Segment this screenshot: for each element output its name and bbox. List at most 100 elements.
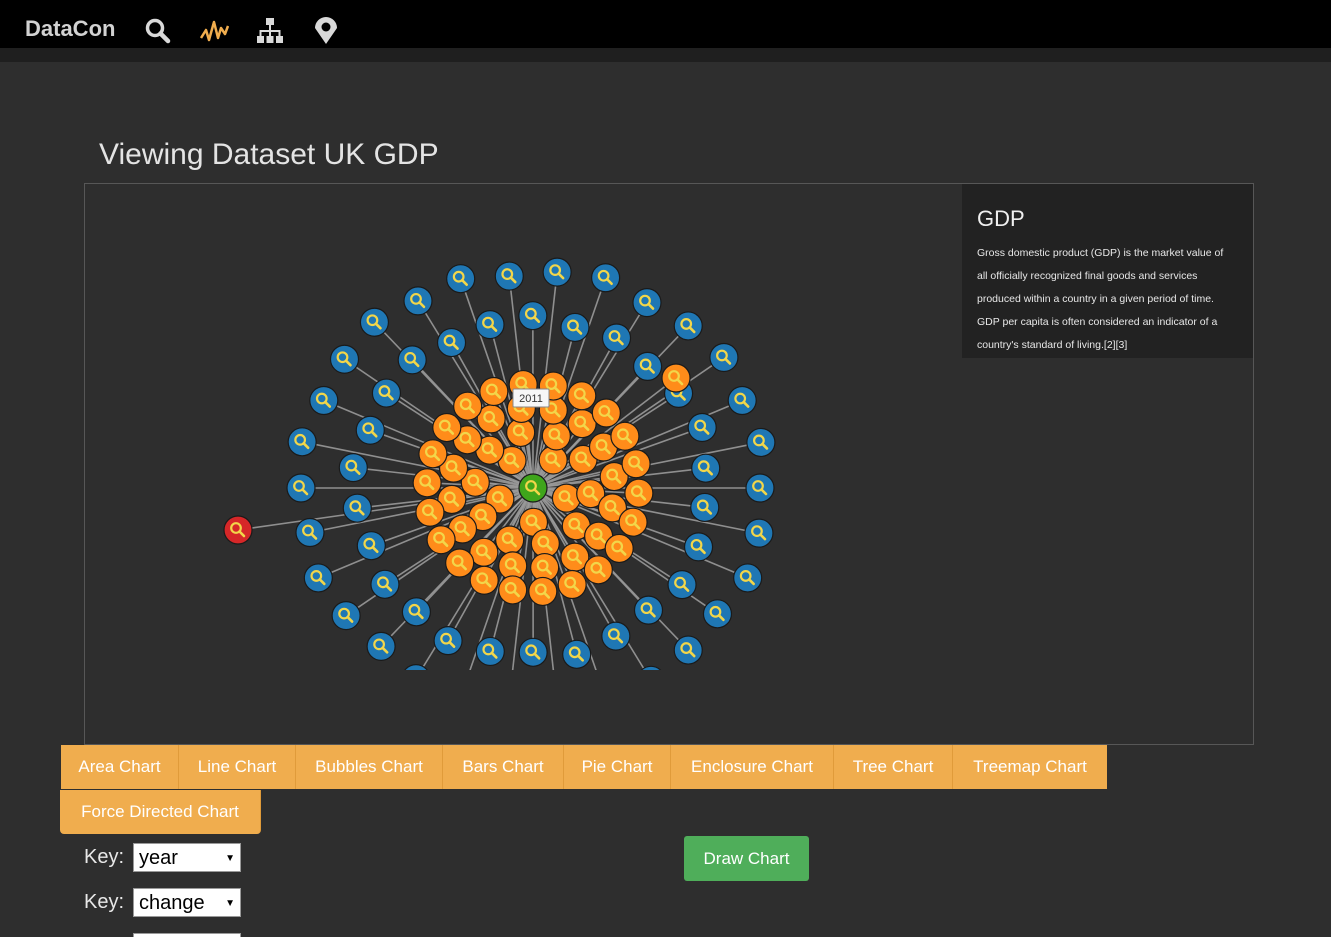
graph-node-outer[interactable] <box>356 531 386 561</box>
graph-node-inner[interactable] <box>567 381 597 411</box>
graph-node-outer[interactable] <box>436 327 467 358</box>
graph-node-inner[interactable] <box>541 421 571 451</box>
graph-node-inner[interactable] <box>412 468 442 498</box>
activity-icon[interactable] <box>199 16 229 46</box>
graph-node-inner[interactable] <box>583 555 613 585</box>
graph-node-outer[interactable] <box>370 569 400 599</box>
graph-node-outer[interactable] <box>366 631 396 661</box>
graph-node-outer[interactable] <box>745 473 775 503</box>
tab-bars-chart[interactable]: Bars Chart <box>443 745 564 789</box>
graph-node-outer[interactable] <box>403 286 433 316</box>
graph-node-outer[interactable] <box>448 680 476 708</box>
graph-node-outer[interactable] <box>371 378 402 408</box>
graph-node-outer[interactable] <box>632 288 662 318</box>
graph-node-outer[interactable] <box>691 453 721 483</box>
tab-enclosure-chart[interactable]: Enclosure Chart <box>671 745 834 789</box>
brand-logo[interactable]: DataCon <box>25 16 115 42</box>
graph-node-inner[interactable] <box>495 525 525 555</box>
graph-node-inner[interactable] <box>618 507 648 537</box>
graph-node-outer[interactable] <box>683 532 714 562</box>
tab-treemap-chart[interactable]: Treemap Chart <box>953 745 1107 789</box>
graph-node-inner[interactable] <box>418 439 448 469</box>
graph-node-outer[interactable] <box>591 263 621 293</box>
graph-node-inner[interactable] <box>498 575 528 605</box>
graph-node-outer[interactable] <box>342 493 372 523</box>
graph-node-outer[interactable] <box>309 385 339 416</box>
graph-node-outer[interactable] <box>733 563 763 593</box>
graph-node-inner[interactable] <box>432 412 462 443</box>
graph-node-inner[interactable] <box>557 569 587 600</box>
graph-node-inner[interactable] <box>445 548 475 578</box>
graph-node-inner[interactable] <box>426 525 456 555</box>
graph-node-outer[interactable] <box>494 696 522 724</box>
graph-node-outer[interactable] <box>702 599 733 629</box>
graph-node-outer[interactable] <box>433 626 463 656</box>
graph-node-outer[interactable] <box>633 595 664 625</box>
tab-bubbles-chart[interactable]: Bubbles Chart <box>296 745 443 789</box>
key-select-1[interactable]: year ▼ <box>133 842 241 872</box>
graph-node-outer[interactable] <box>673 311 703 341</box>
graph-node-outer[interactable] <box>401 597 431 627</box>
graph-node-outer[interactable] <box>295 517 325 548</box>
graph-node-inner[interactable] <box>621 449 651 479</box>
graph-node-outer[interactable] <box>518 637 548 667</box>
graph-node-outer[interactable] <box>494 261 524 291</box>
graph-node-outer[interactable] <box>355 415 385 445</box>
graph-node-inner[interactable] <box>469 565 499 595</box>
graph-node-inner[interactable] <box>551 483 582 513</box>
graph-node-inner[interactable] <box>661 363 691 393</box>
graph-node-outer[interactable] <box>402 663 430 693</box>
graph-node-outer[interactable] <box>590 679 618 707</box>
graph-node-inner[interactable] <box>604 533 634 564</box>
tab-force-directed-chart[interactable]: Force Directed Chart <box>60 790 261 834</box>
graph-node-outer[interactable] <box>560 312 590 343</box>
graph-node-outer[interactable] <box>331 600 361 631</box>
tab-area-chart[interactable]: Area Chart <box>61 745 179 789</box>
map-pin-icon[interactable] <box>311 16 341 46</box>
graph-node-outer[interactable] <box>709 342 739 373</box>
graph-node-outer[interactable] <box>727 385 757 416</box>
graph-node-outer[interactable] <box>543 692 571 720</box>
tab-line-chart[interactable]: Line Chart <box>179 745 296 789</box>
graph-node-outer[interactable] <box>446 264 476 294</box>
graph-node-inner[interactable] <box>415 497 445 527</box>
graph-node-outer[interactable] <box>633 351 663 382</box>
tab-tree-chart[interactable]: Tree Chart <box>834 745 953 789</box>
graph-node-inner[interactable] <box>591 398 621 428</box>
graph-node-outer[interactable] <box>518 301 548 331</box>
hierarchy-icon[interactable] <box>255 16 285 46</box>
graph-node-inner-circle <box>418 439 448 469</box>
tab-pie-chart[interactable]: Pie Chart <box>564 745 671 789</box>
graph-node-outer[interactable] <box>562 639 592 669</box>
graph-node-outer[interactable] <box>687 412 717 443</box>
graph-node-outer[interactable] <box>359 307 390 337</box>
graph-node-outer[interactable] <box>397 345 427 375</box>
graph-node-outer[interactable] <box>744 518 774 548</box>
graph-node-outer[interactable] <box>673 635 703 665</box>
graph-node-outer[interactable] <box>667 570 697 600</box>
search-icon[interactable] <box>143 16 173 46</box>
key-select-3[interactable] <box>133 932 241 937</box>
draw-chart-button[interactable]: Draw Chart <box>684 836 809 881</box>
graph-node-outer[interactable] <box>601 323 632 353</box>
graph-node-outer[interactable] <box>287 427 317 457</box>
graph-node-inner[interactable] <box>528 576 558 607</box>
graph-node-center[interactable] <box>518 473 548 503</box>
graph-node-inner[interactable] <box>624 478 654 508</box>
graph-node-outer[interactable] <box>690 492 720 523</box>
graph-node-outer[interactable] <box>542 257 572 287</box>
graph-node-outer[interactable] <box>303 563 333 593</box>
graph-node-outer[interactable] <box>475 310 505 340</box>
graph-node-inner[interactable] <box>479 376 509 407</box>
graph-node-outer[interactable] <box>286 473 316 503</box>
graph-node-highlight[interactable] <box>223 515 253 545</box>
graph-node-outer[interactable] <box>329 344 360 374</box>
graph-node-outer[interactable] <box>601 621 631 651</box>
graph-node-outer[interactable] <box>637 665 665 694</box>
graph-node-inner[interactable] <box>453 391 483 421</box>
graph-node-outer[interactable] <box>338 453 368 483</box>
graph-node-outer[interactable] <box>746 427 776 458</box>
graph-node-outer[interactable] <box>475 636 505 667</box>
graph-node-inner[interactable] <box>610 421 640 451</box>
key-select-2[interactable]: change ▼ <box>133 887 241 917</box>
